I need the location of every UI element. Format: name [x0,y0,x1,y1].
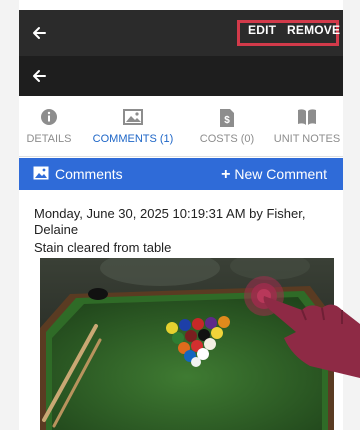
tab-details-label: DETAILS [26,133,72,145]
receipt-dollar-icon: $ [220,109,234,127]
plus-icon: + [221,166,231,183]
edit-button[interactable]: EDIT [248,23,276,37]
comments-title: Comments [55,166,123,182]
image-icon [33,166,49,180]
tab-details[interactable]: DETAILS [19,96,79,156]
info-icon [41,109,57,125]
comment-text: Stain cleared from table [34,240,172,255]
back-arrow-icon[interactable] [31,68,47,84]
tab-unit-notes-label: UNIT NOTES [273,133,341,145]
left-margin [0,0,19,430]
new-comment-button[interactable]: + New Comment [221,166,327,184]
sub-toolbar [19,56,343,96]
app-bar: EDIT REMOVE [19,10,343,56]
comments-header-bar: Comments + New Comment [19,158,343,190]
tab-comments[interactable]: COMMENTS (1) [85,96,181,156]
comment-meta: Monday, June 30, 2025 10:19:31 AM by Fis… [34,206,306,237]
back-arrow-icon[interactable] [31,25,47,41]
book-icon [298,109,316,125]
tap-hand-icon [244,276,360,378]
tab-unit-notes[interactable]: UNIT NOTES [271,96,343,156]
tab-costs-label: COSTS (0) [199,133,255,145]
remove-button[interactable]: REMOVE [287,23,340,37]
tab-comments-label: COMMENTS (1) [92,133,174,145]
new-comment-label: New Comment [234,166,327,182]
svg-text:$: $ [224,115,230,126]
image-icon [123,109,143,125]
tab-bar: DETAILS COMMENTS (1) $ COSTS (0) UNIT NO… [19,96,343,157]
tab-costs[interactable]: $ COSTS (0) [189,96,265,156]
